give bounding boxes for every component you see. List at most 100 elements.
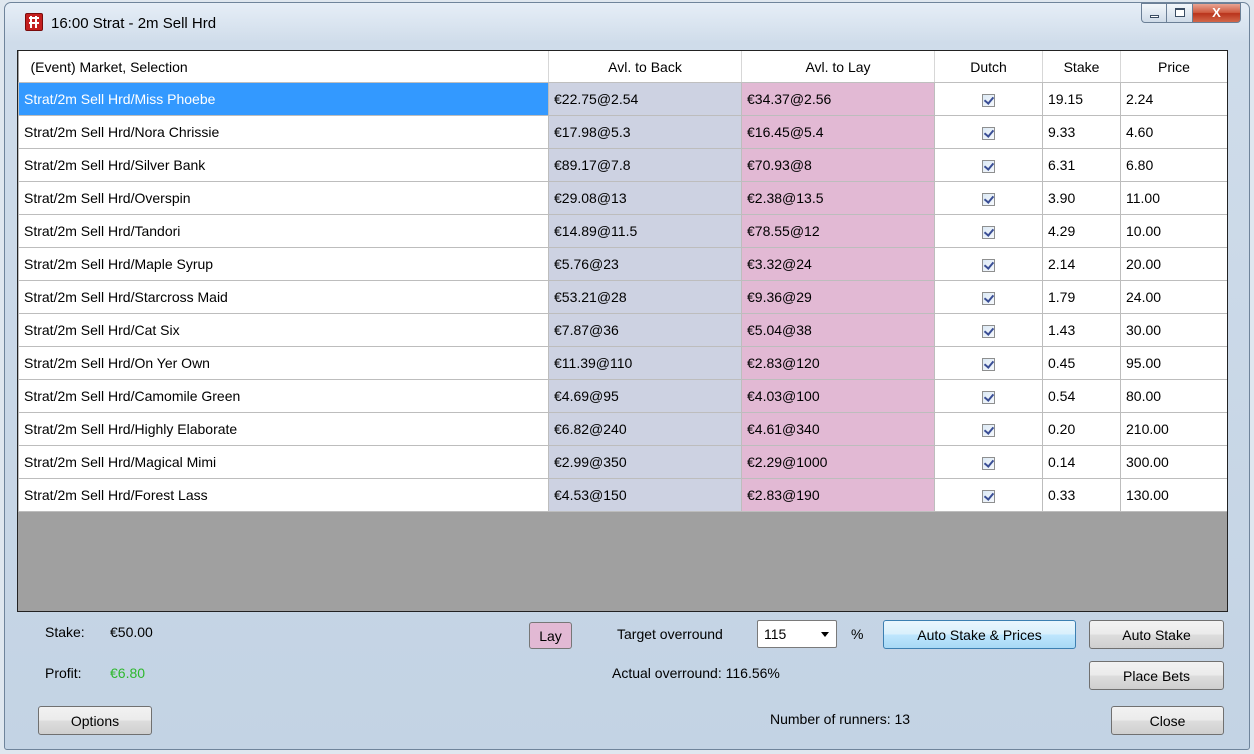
price-cell[interactable]: 4.60 [1120,115,1227,149]
stake-cell[interactable]: 6.31 [1042,148,1121,182]
stake-cell[interactable]: 4.29 [1042,214,1121,248]
dutch-checkbox[interactable] [982,159,995,173]
dutch-cell[interactable] [934,82,1043,116]
selection-cell[interactable]: Strat/2m Sell Hrd/Nora Chrissie [18,115,549,149]
stake-cell[interactable]: 3.90 [1042,181,1121,215]
table-row[interactable]: Strat/2m Sell Hrd/Camomile Green €4.69@95… [18,379,1227,413]
dutch-cell[interactable] [934,412,1043,446]
selection-cell[interactable]: Strat/2m Sell Hrd/Silver Bank [18,148,549,182]
price-cell[interactable]: 24.00 [1120,280,1227,314]
dutch-cell[interactable] [934,148,1043,182]
back-price-cell[interactable]: €4.53@150 [548,478,742,512]
column-header-stake[interactable]: Stake [1042,51,1121,83]
selection-cell[interactable]: Strat/2m Sell Hrd/Magical Mimi [18,445,549,479]
stake-cell[interactable]: 0.54 [1042,379,1121,413]
auto-stake-button[interactable]: Auto Stake [1089,620,1224,649]
stake-cell[interactable]: 1.79 [1042,280,1121,314]
dutch-cell[interactable] [934,478,1043,512]
dutch-cell[interactable] [934,280,1043,314]
back-price-cell[interactable]: €17.98@5.3 [548,115,742,149]
selection-cell[interactable]: Strat/2m Sell Hrd/Forest Lass [18,478,549,512]
selection-cell[interactable]: Strat/2m Sell Hrd/Cat Six [18,313,549,347]
price-cell[interactable]: 6.80 [1120,148,1227,182]
title-bar[interactable]: 16:00 Strat - 2m Sell Hrd X [5,3,1249,47]
price-cell[interactable]: 30.00 [1120,313,1227,347]
table-row[interactable]: Strat/2m Sell Hrd/Highly Elaborate €6.82@… [18,412,1227,446]
options-button[interactable]: Options [38,706,152,735]
back-price-cell[interactable]: €7.87@36 [548,313,742,347]
back-price-cell[interactable]: €14.89@11.5 [548,214,742,248]
dutch-checkbox[interactable] [982,489,995,503]
lay-price-cell[interactable]: €78.55@12 [741,214,935,248]
selection-cell[interactable]: Strat/2m Sell Hrd/Miss Phoebe [18,82,549,116]
lay-price-cell[interactable]: €2.83@120 [741,346,935,380]
dutch-checkbox[interactable] [982,423,995,437]
price-cell[interactable]: 130.00 [1120,478,1227,512]
stake-cell[interactable]: 0.20 [1042,412,1121,446]
lay-toggle-button[interactable]: Lay [529,622,572,649]
selection-cell[interactable]: Strat/2m Sell Hrd/Camomile Green [18,379,549,413]
selection-cell[interactable]: Strat/2m Sell Hrd/Tandori [18,214,549,248]
close-button[interactable]: Close [1111,706,1224,735]
lay-price-cell[interactable]: €2.29@1000 [741,445,935,479]
price-cell[interactable]: 80.00 [1120,379,1227,413]
table-row[interactable]: Strat/2m Sell Hrd/Cat Six €7.87@36 €5.04@3… [18,313,1227,347]
lay-price-cell[interactable]: €2.83@190 [741,478,935,512]
lay-price-cell[interactable]: €2.38@13.5 [741,181,935,215]
dutch-checkbox[interactable] [982,456,995,470]
price-cell[interactable]: 95.00 [1120,346,1227,380]
lay-price-cell[interactable]: €34.37@2.56 [741,82,935,116]
column-header-lay[interactable]: Avl. to Lay [741,51,935,83]
table-row[interactable]: Strat/2m Sell Hrd/Forest Lass €4.53@150 €2… [18,478,1227,512]
dutch-cell[interactable] [934,247,1043,281]
stake-cell[interactable]: 1.43 [1042,313,1121,347]
stake-cell[interactable]: 19.15 [1042,82,1121,116]
table-row[interactable]: Strat/2m Sell Hrd/Tandori €14.89@11.5 €78.… [18,214,1227,248]
column-header-selection[interactable]: (Event) Market, Selection [18,51,549,83]
price-cell[interactable]: 11.00 [1120,181,1227,215]
stake-cell[interactable]: 0.14 [1042,445,1121,479]
column-header-back[interactable]: Avl. to Back [548,51,742,83]
table-row[interactable]: Strat/2m Sell Hrd/Silver Bank €89.17@7.8 €… [18,148,1227,182]
dutch-cell[interactable] [934,313,1043,347]
selection-cell[interactable]: Strat/2m Sell Hrd/Maple Syrup [18,247,549,281]
back-price-cell[interactable]: €2.99@350 [548,445,742,479]
minimize-button[interactable] [1141,3,1167,23]
dutch-checkbox[interactable] [982,357,995,371]
back-price-cell[interactable]: €11.39@110 [548,346,742,380]
table-row[interactable]: Strat/2m Sell Hrd/Overspin €29.08@13 €2.38… [18,181,1227,215]
selection-cell[interactable]: Strat/2m Sell Hrd/Overspin [18,181,549,215]
dutch-cell[interactable] [934,181,1043,215]
lay-price-cell[interactable]: €5.04@38 [741,313,935,347]
table-row[interactable]: Strat/2m Sell Hrd/Starcross Maid €53.21@2… [18,280,1227,314]
dutch-cell[interactable] [934,214,1043,248]
back-price-cell[interactable]: €89.17@7.8 [548,148,742,182]
lay-price-cell[interactable]: €16.45@5.4 [741,115,935,149]
dutch-checkbox[interactable] [982,324,995,338]
table-row[interactable]: Strat/2m Sell Hrd/Nora Chrissie €17.98@5.… [18,115,1227,149]
dutch-checkbox[interactable] [982,225,995,239]
stake-cell[interactable]: 2.14 [1042,247,1121,281]
dutch-checkbox[interactable] [982,192,995,206]
back-price-cell[interactable]: €6.82@240 [548,412,742,446]
selection-cell[interactable]: Strat/2m Sell Hrd/Starcross Maid [18,280,549,314]
table-row[interactable]: Strat/2m Sell Hrd/Miss Phoebe €22.75@2.54… [18,82,1227,116]
selection-cell[interactable]: Strat/2m Sell Hrd/Highly Elaborate [18,412,549,446]
dutch-cell[interactable] [934,379,1043,413]
stake-cell[interactable]: 0.45 [1042,346,1121,380]
price-cell[interactable]: 210.00 [1120,412,1227,446]
stake-cell[interactable]: 9.33 [1042,115,1121,149]
dutch-checkbox[interactable] [982,258,995,272]
price-cell[interactable]: 20.00 [1120,247,1227,281]
lay-price-cell[interactable]: €3.32@24 [741,247,935,281]
target-overround-select[interactable]: 115 [757,620,837,648]
back-price-cell[interactable]: €29.08@13 [548,181,742,215]
lay-price-cell[interactable]: €70.93@8 [741,148,935,182]
dutch-checkbox[interactable] [982,93,995,107]
dutch-checkbox[interactable] [982,291,995,305]
column-header-dutch[interactable]: Dutch [934,51,1043,83]
lay-price-cell[interactable]: €4.61@340 [741,412,935,446]
price-cell[interactable]: 300.00 [1120,445,1227,479]
lay-price-cell[interactable]: €9.36@29 [741,280,935,314]
back-price-cell[interactable]: €22.75@2.54 [548,82,742,116]
